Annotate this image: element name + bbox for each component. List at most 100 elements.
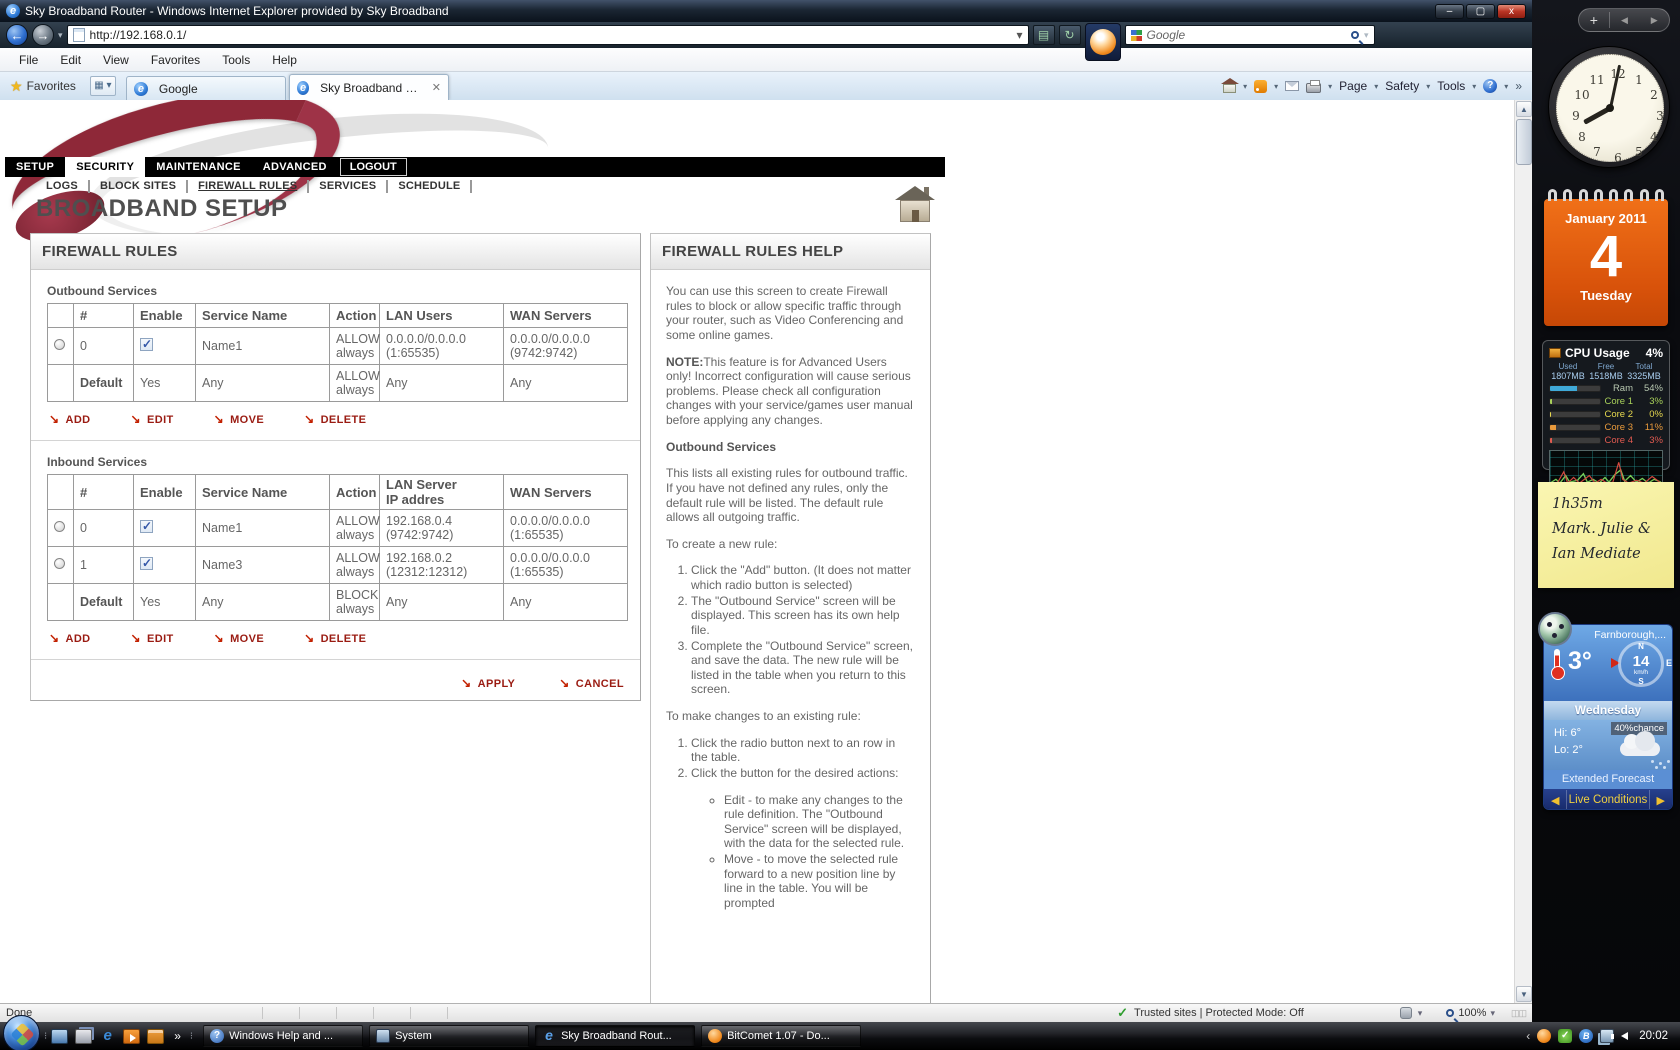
switch-windows-icon[interactable] bbox=[75, 1028, 93, 1044]
tray-expand-icon[interactable]: ‹ bbox=[1526, 1029, 1530, 1043]
bluetooth-icon[interactable]: B bbox=[1579, 1029, 1594, 1043]
action-button[interactable]: DELETE bbox=[304, 412, 366, 426]
security-tray-icon[interactable]: ✓ bbox=[1558, 1029, 1573, 1043]
bitcomet-tray-icon[interactable] bbox=[1537, 1029, 1552, 1043]
cancel-button[interactable]: CANCEL bbox=[559, 676, 624, 690]
search-input[interactable]: Google ▾ bbox=[1124, 25, 1375, 45]
start-button[interactable] bbox=[3, 1014, 40, 1050]
action-button[interactable]: MOVE bbox=[214, 412, 264, 426]
rule-radio[interactable] bbox=[54, 558, 65, 569]
help-app-icon: ? bbox=[210, 1029, 225, 1043]
live-next-icon[interactable]: ▶ bbox=[1650, 794, 1672, 807]
minimize-button[interactable]: – bbox=[1435, 3, 1464, 19]
search-dropdown-icon[interactable]: ▾ bbox=[1364, 30, 1369, 41]
ram-used-value: 1807MB bbox=[1551, 371, 1585, 381]
subnav-link[interactable]: SERVICES bbox=[309, 180, 389, 193]
zoom-control[interactable]: 100% ▾ bbox=[1446, 1007, 1495, 1019]
apply-button[interactable]: APPLY bbox=[461, 676, 515, 690]
mail-icon[interactable] bbox=[1285, 81, 1300, 91]
scroll-up-icon[interactable]: ▲ bbox=[1516, 101, 1532, 117]
refresh-icon[interactable]: ↻ bbox=[1058, 25, 1081, 45]
favorites-star-icon[interactable]: ★ bbox=[10, 78, 23, 95]
quicklaunch-overflow-icon[interactable]: » bbox=[174, 1029, 181, 1043]
menu-item[interactable]: Tools bbox=[211, 53, 261, 67]
search-icon[interactable] bbox=[1351, 31, 1359, 39]
ie-quicklaunch-icon[interactable]: e bbox=[99, 1028, 116, 1044]
subnav-link[interactable]: FIREWALL RULES bbox=[188, 180, 310, 193]
volume-icon[interactable] bbox=[1611, 1032, 1629, 1040]
action-button[interactable]: ADD bbox=[49, 631, 91, 645]
help-icon[interactable]: ? bbox=[1483, 79, 1498, 93]
nav-tab[interactable]: MAINTENANCE bbox=[145, 157, 252, 177]
add-gadget-icon[interactable]: + bbox=[1579, 12, 1610, 28]
live-conditions-link[interactable]: Live Conditions bbox=[1566, 790, 1650, 809]
scroll-down-icon[interactable]: ▼ bbox=[1516, 986, 1532, 1002]
taskbar-button[interactable]: ? e BitComet 1.07 - Do... bbox=[701, 1025, 862, 1047]
quick-tabs-icon[interactable]: ▦ ▾ bbox=[89, 76, 116, 96]
logout-button[interactable]: LOGOUT bbox=[339, 158, 407, 176]
address-dropdown-icon[interactable]: ▾ bbox=[1017, 28, 1023, 42]
rss-icon[interactable] bbox=[1254, 79, 1268, 93]
menu-item[interactable]: Favorites bbox=[140, 53, 211, 67]
cpu-gadget[interactable]: CPU Usage 4% Used Free Total 1807MB 1518… bbox=[1542, 340, 1670, 486]
close-button[interactable]: x bbox=[1497, 3, 1526, 19]
enable-checkbox[interactable] bbox=[140, 519, 153, 533]
action-button[interactable]: MOVE bbox=[214, 631, 264, 645]
scrollbar-thumb[interactable] bbox=[1516, 119, 1532, 165]
forward-button[interactable]: → bbox=[32, 24, 54, 46]
overflow-chevron-icon[interactable]: » bbox=[1515, 79, 1522, 93]
rule-radio[interactable] bbox=[54, 521, 65, 532]
extended-forecast-link[interactable]: Extended Forecast bbox=[1544, 770, 1672, 789]
browser-tab[interactable]: Google ✕ bbox=[125, 76, 286, 100]
print-icon[interactable] bbox=[1306, 79, 1322, 93]
calendar-app-icon[interactable] bbox=[147, 1028, 165, 1044]
enable-checkbox[interactable] bbox=[140, 556, 153, 570]
taskbar-button[interactable]: ? e Sky Broadband Rout... bbox=[535, 1025, 696, 1047]
back-button[interactable]: ← bbox=[6, 24, 28, 46]
subnav-link[interactable]: SCHEDULE bbox=[388, 180, 473, 193]
nav-tab[interactable]: SECURITY bbox=[65, 157, 146, 177]
history-dropdown-icon[interactable]: ▾ bbox=[58, 30, 63, 41]
menu-item[interactable]: Edit bbox=[49, 53, 92, 67]
menu-item[interactable]: Help bbox=[261, 53, 308, 67]
action-button[interactable]: EDIT bbox=[131, 412, 174, 426]
help-bullet-list: Edit - to make any changes to the rule d… bbox=[710, 793, 915, 911]
prev-page-icon[interactable]: ◀ bbox=[1610, 15, 1640, 26]
address-input[interactable]: http://192.168.0.1/ ▾ bbox=[66, 25, 1029, 45]
taskbar-button[interactable]: ? e System bbox=[369, 1025, 530, 1047]
firewall-help-panel: FIREWALL RULES HELP You can use this scr… bbox=[650, 233, 931, 1003]
weather-location[interactable]: Farnborough,... bbox=[1594, 629, 1666, 641]
subnav-link[interactable]: LOGS bbox=[36, 180, 90, 193]
tab-close-icon[interactable]: ✕ bbox=[432, 81, 441, 94]
sticky-note-gadget[interactable]: 1h35m Mark. Julie & Ian Mediate bbox=[1538, 482, 1674, 588]
show-desktop-icon[interactable] bbox=[51, 1028, 69, 1044]
protected-mode-icon[interactable] bbox=[1399, 1007, 1412, 1019]
page-menu[interactable]: Page bbox=[1339, 79, 1367, 93]
nav-tab[interactable]: ADVANCED bbox=[252, 157, 338, 177]
subnav-link[interactable]: BLOCK SITES bbox=[90, 180, 189, 193]
nav-tab[interactable]: SETUP bbox=[5, 157, 65, 177]
restore-button[interactable]: ▢ bbox=[1466, 3, 1495, 19]
browser-tab[interactable]: Sky Broadband Router ✕ bbox=[288, 74, 449, 100]
compatibility-icon[interactable]: ▤ bbox=[1032, 25, 1055, 45]
safety-menu[interactable]: Safety bbox=[1385, 79, 1419, 93]
tools-menu[interactable]: Tools bbox=[1437, 79, 1465, 93]
live-prev-icon[interactable]: ◀ bbox=[1544, 794, 1566, 807]
vertical-scrollbar[interactable]: ▲ ▼ bbox=[1514, 100, 1532, 1003]
action-button[interactable]: EDIT bbox=[131, 631, 174, 645]
calendar-gadget[interactable]: January 2011 4 Tuesday bbox=[1544, 189, 1668, 326]
media-player-icon[interactable] bbox=[123, 1028, 141, 1044]
enable-checkbox[interactable] bbox=[140, 337, 153, 351]
rule-radio[interactable] bbox=[54, 339, 65, 350]
favorites-label[interactable]: Favorites bbox=[27, 79, 76, 93]
home-icon[interactable] bbox=[1221, 77, 1240, 93]
action-button[interactable]: DELETE bbox=[304, 631, 366, 645]
menu-item[interactable]: View bbox=[92, 53, 140, 67]
menu-item[interactable]: File bbox=[8, 53, 49, 67]
taskbar-button[interactable]: ? e Windows Help and ... bbox=[203, 1025, 364, 1047]
clock-time[interactable]: 20:02 bbox=[1639, 1030, 1668, 1042]
next-page-icon[interactable]: ▶ bbox=[1639, 15, 1669, 26]
weather-gadget[interactable]: Farnborough,... 3° N E S 14 km/h Wednesd… bbox=[1538, 612, 1676, 814]
action-button[interactable]: ADD bbox=[49, 412, 91, 426]
clock-gadget[interactable]: 12 1 2 3 4 5 6 7 8 9 10 11 bbox=[1548, 46, 1670, 168]
